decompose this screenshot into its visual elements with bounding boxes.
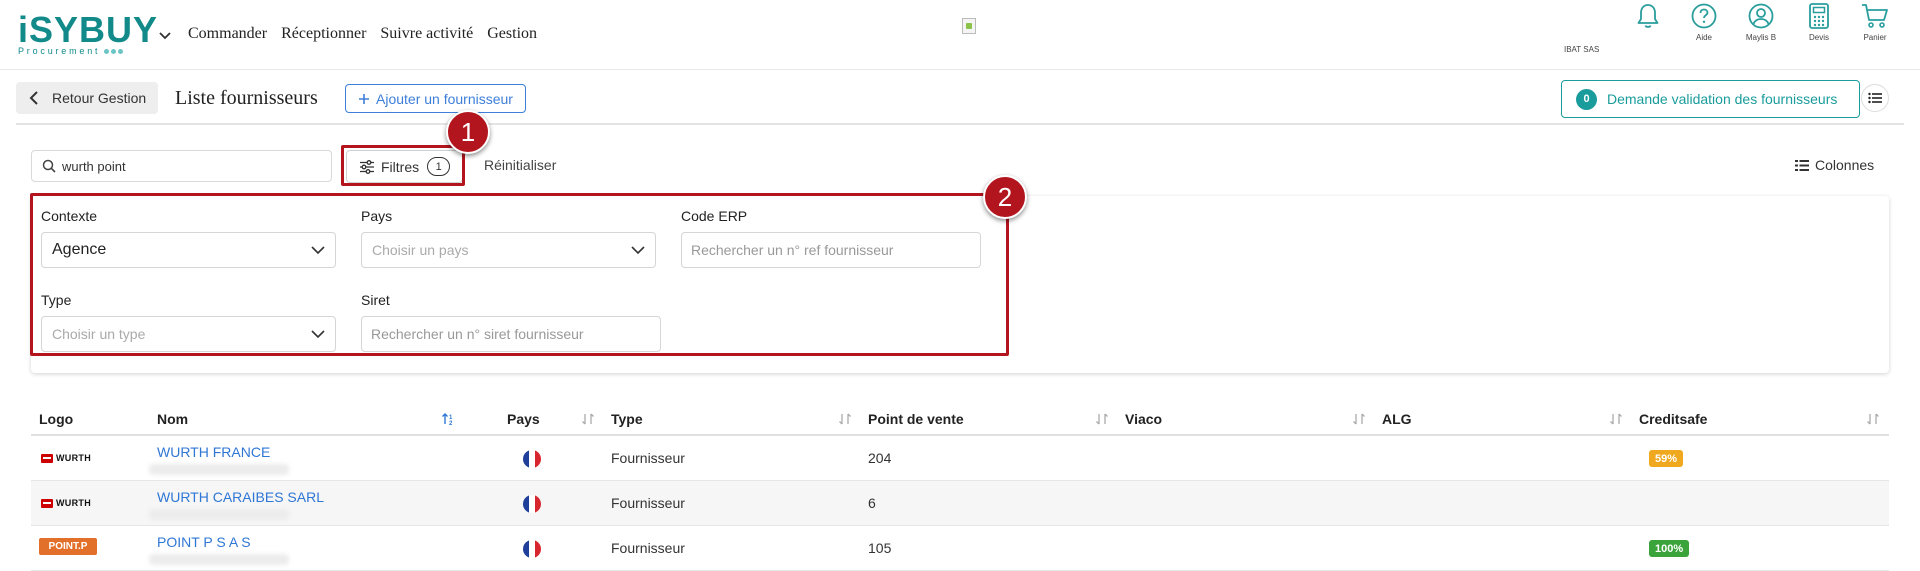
supplier-points-de-vente: 105 (868, 540, 892, 556)
list-icon (1868, 92, 1882, 104)
col-alg[interactable]: ALG (1382, 411, 1412, 427)
notifications-button[interactable] (1620, 0, 1676, 33)
col-point-de-vente[interactable]: Point de vente (868, 411, 964, 427)
blurred-subtext (149, 509, 289, 520)
supplier-name-link[interactable]: POINT P S A S (157, 534, 251, 550)
broken-image-icon (962, 18, 976, 34)
user-menu-button[interactable]: Maylis B (1733, 0, 1789, 42)
help-circle-icon (1691, 3, 1717, 29)
annotation-box-2 (30, 193, 1009, 356)
svg-text:2: 2 (449, 421, 453, 426)
nav-receptionner[interactable]: Réceptionner (281, 25, 366, 43)
wurth-mark-icon (41, 498, 53, 508)
logo-wordmark: iSYBUY (18, 9, 159, 50)
annotation-badge-1: 1 (446, 110, 490, 154)
sort-icon[interactable] (581, 412, 595, 426)
cart-label: Panier (1863, 33, 1887, 42)
supplier-type: Fournisseur (611, 495, 685, 511)
table-row[interactable]: WURTH WURTH FRANCE Fournisseur 204 59% (31, 436, 1889, 481)
supplier-logo: POINT.P (39, 538, 97, 555)
columns-label: Colonnes (1815, 157, 1875, 173)
top-navbar: iSYBUY Procurement Commander Réceptionne… (0, 0, 1920, 70)
main-nav: Commander Réceptionner Suivre activité G… (188, 25, 537, 43)
quotes-label: Devis (1808, 33, 1829, 42)
chevron-left-icon (29, 91, 38, 105)
col-logo: Logo (39, 411, 74, 427)
creditsafe-score-badge: 59% (1649, 450, 1684, 467)
search-input[interactable]: wurth point (31, 150, 332, 182)
add-supplier-button[interactable]: Ajouter un fournisseur (345, 84, 526, 113)
supplier-logo: WURTH (41, 498, 91, 508)
supplier-type: Fournisseur (611, 450, 685, 466)
back-button-label: Retour Gestion (52, 90, 147, 106)
columns-button[interactable]: Colonnes (1795, 157, 1874, 173)
columns-icon (1795, 159, 1809, 171)
france-flag-icon (523, 450, 541, 468)
france-flag-icon (523, 495, 541, 513)
sort-icon[interactable] (1866, 412, 1880, 426)
bell-icon (1637, 4, 1659, 28)
nav-suivre-activite[interactable]: Suivre activité (380, 25, 473, 43)
sort-icon[interactable] (1352, 412, 1366, 426)
supplier-name-link[interactable]: WURTH CARAIBES SARL (157, 489, 324, 505)
france-flag-icon (523, 540, 541, 558)
help-button[interactable]: Aide (1676, 0, 1732, 42)
suppliers-table: Logo Nom 1 2 Pays Type Point de vente Vi… (31, 402, 1889, 571)
quotes-button[interactable]: Devis (1791, 0, 1847, 42)
blurred-subtext (149, 554, 289, 565)
annotation-badge-2: 2 (983, 175, 1027, 219)
header-divider (16, 123, 1904, 125)
table-row[interactable]: WURTH WURTH CARAIBES SARL Fournisseur 6 (31, 481, 1889, 526)
table-header: Logo Nom 1 2 Pays Type Point de vente Vi… (31, 402, 1889, 436)
annotation-box-1 (341, 145, 465, 186)
page-title: Liste fournisseurs (175, 87, 318, 109)
col-viaco[interactable]: Viaco (1125, 411, 1162, 427)
sort-asc-icon[interactable]: 1 2 (441, 412, 457, 426)
col-pays[interactable]: Pays (507, 411, 540, 427)
user-avatar-icon (1748, 3, 1774, 29)
creditsafe-score-badge: 100% (1649, 540, 1690, 557)
supplier-points-de-vente: 204 (868, 450, 892, 466)
supplier-name-link[interactable]: WURTH FRANCE (157, 444, 270, 460)
help-label: Aide (1695, 33, 1712, 42)
search-value: wurth point (62, 158, 126, 174)
col-type[interactable]: Type (611, 411, 643, 427)
logo-dots (104, 48, 124, 54)
page-header: Retour Gestion Liste fournisseurs Ajoute… (0, 70, 1920, 126)
add-supplier-label: Ajouter un fournisseur (376, 90, 513, 107)
wurth-mark-icon (41, 453, 53, 463)
blurred-subtext (149, 464, 289, 475)
sort-icon[interactable] (838, 412, 852, 426)
plus-icon (359, 93, 369, 104)
chevron-down-icon[interactable] (157, 27, 173, 43)
list-view-button[interactable] (1861, 84, 1889, 112)
calculator-icon (1809, 3, 1829, 29)
nav-commander[interactable]: Commander (188, 25, 267, 43)
company-name[interactable]: IBAT SAS (1564, 45, 1599, 54)
validation-count-badge: 0 (1576, 88, 1597, 110)
nav-gestion[interactable]: Gestion (487, 25, 537, 43)
supplier-points-de-vente: 6 (868, 495, 876, 511)
isybuy-logo[interactable]: iSYBUY Procurement (18, 12, 158, 58)
user-label: Maylis B (1745, 33, 1777, 42)
reset-filters-button[interactable]: Réinitialiser (484, 157, 556, 173)
supplier-logo: WURTH (41, 453, 91, 463)
sort-icon[interactable] (1095, 412, 1109, 426)
validation-label: Demande validation des fournisseurs (1607, 91, 1838, 107)
cart-icon (1862, 4, 1888, 28)
search-icon (42, 159, 56, 173)
cart-button[interactable]: Panier (1847, 0, 1903, 42)
back-button[interactable]: Retour Gestion (16, 82, 158, 114)
col-nom[interactable]: Nom (157, 411, 188, 427)
supplier-type: Fournisseur (611, 540, 685, 556)
table-row[interactable]: POINT.P POINT P S A S Fournisseur 105 10… (31, 526, 1889, 571)
sort-icon[interactable] (1609, 412, 1623, 426)
supplier-validation-button[interactable]: 0 Demande validation des fournisseurs (1561, 80, 1860, 118)
col-creditsafe[interactable]: Creditsafe (1639, 411, 1707, 427)
